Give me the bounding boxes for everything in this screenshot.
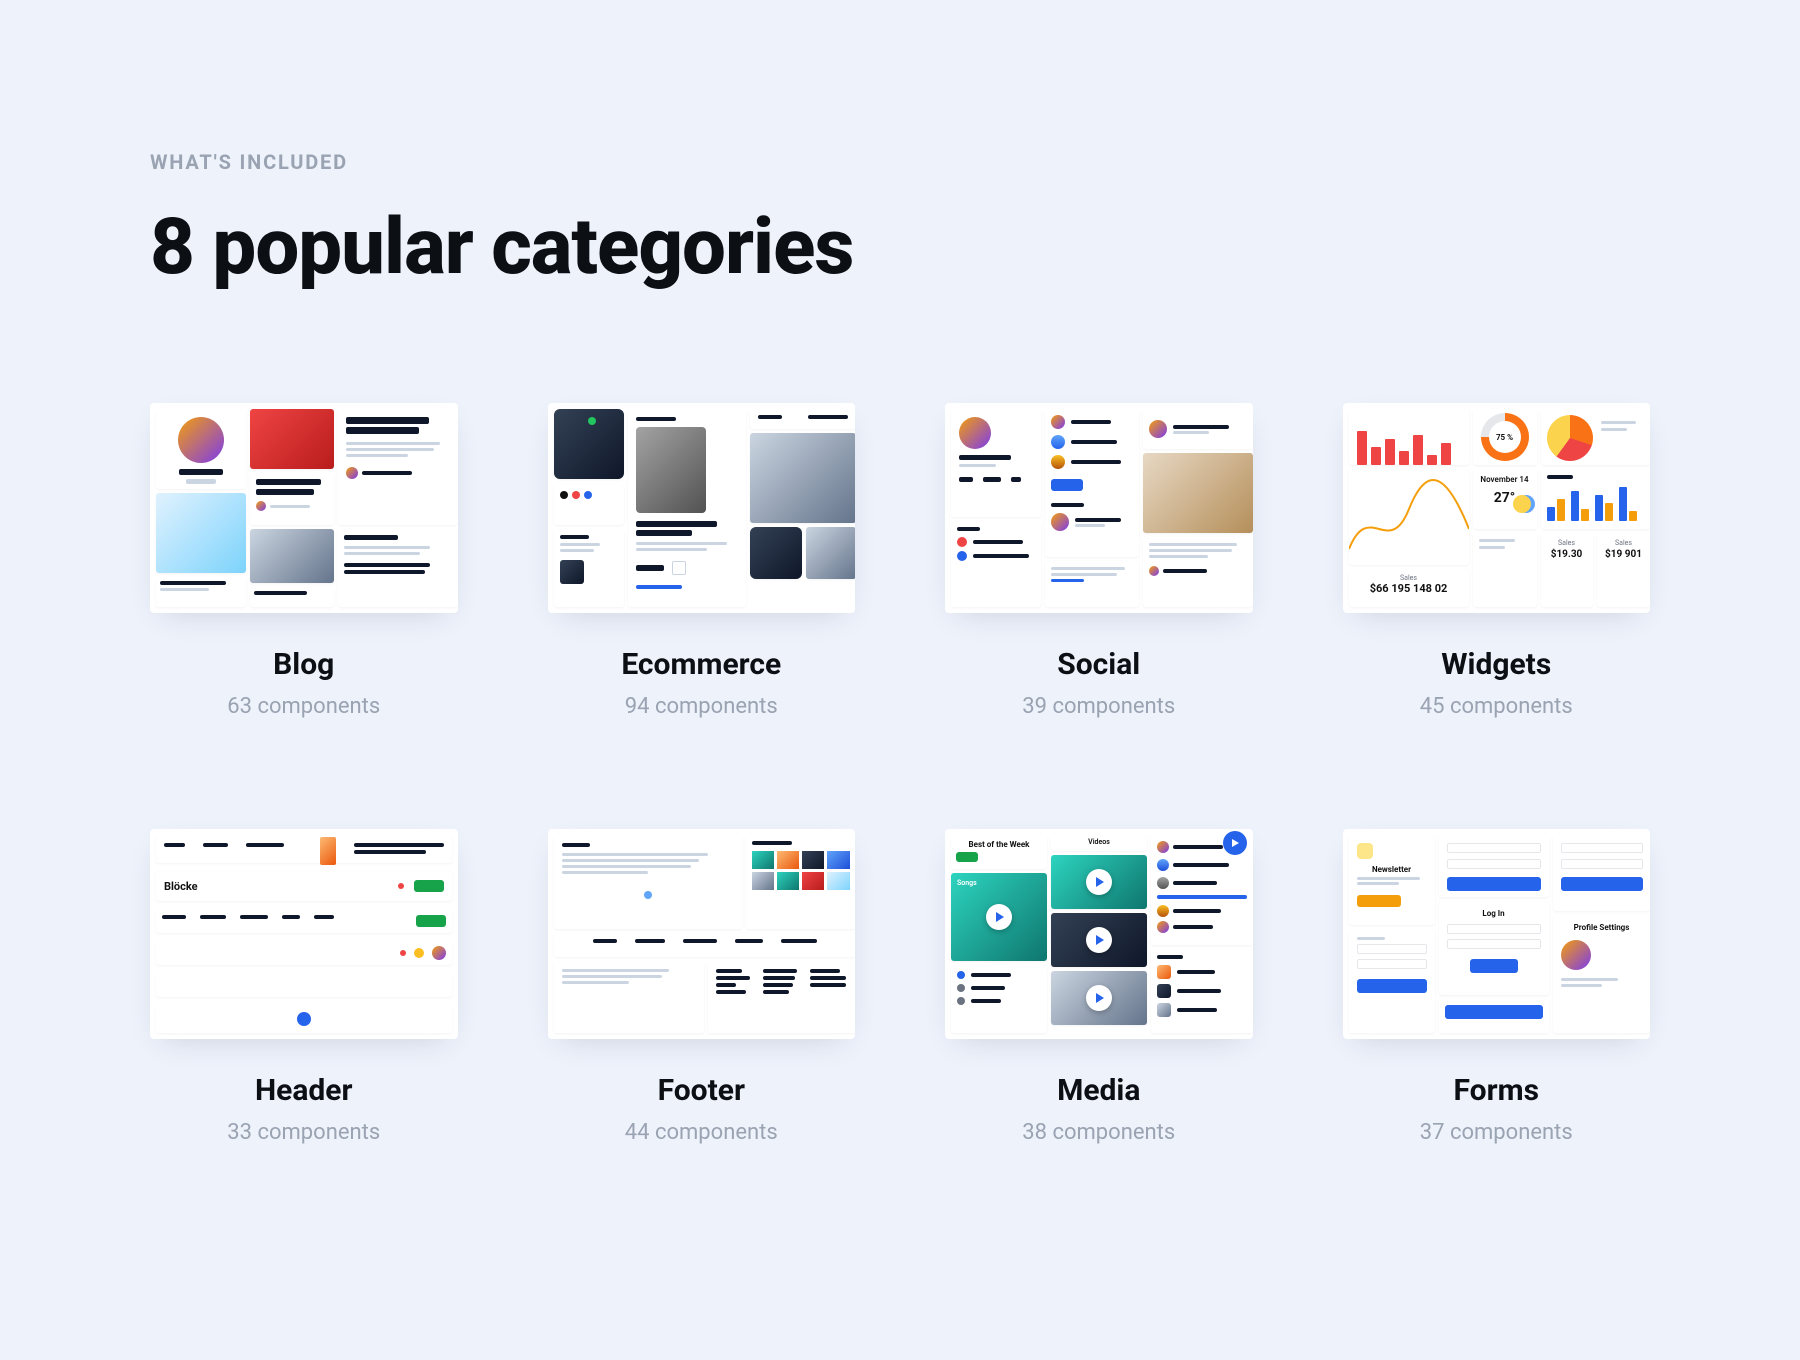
category-count: 38 components bbox=[945, 1120, 1253, 1145]
category-count: 45 components bbox=[1343, 694, 1651, 719]
category-thumb-forms: Newsletter Log In bbox=[1343, 829, 1651, 1039]
section-eyebrow: WHAT'S INCLUDED bbox=[150, 150, 1650, 174]
category-title: Header bbox=[150, 1073, 458, 1108]
category-thumb-header: Blöcke bbox=[150, 829, 458, 1039]
category-title: Footer bbox=[548, 1073, 856, 1108]
category-card-social[interactable]: Social 39 components bbox=[945, 403, 1253, 719]
category-title: Blog bbox=[150, 647, 458, 682]
category-card-widgets[interactable]: November 14 27° bbox=[1343, 403, 1651, 719]
category-title: Social bbox=[945, 647, 1253, 682]
category-count: 44 components bbox=[548, 1120, 856, 1145]
category-card-media[interactable]: Best of the Week Songs bbox=[945, 829, 1253, 1145]
category-thumb-ecommerce bbox=[548, 403, 856, 613]
category-title: Widgets bbox=[1343, 647, 1651, 682]
category-card-blog[interactable]: Blog 63 components bbox=[150, 403, 458, 719]
category-card-header[interactable]: Blöcke bbox=[150, 829, 458, 1145]
category-count: 33 components bbox=[150, 1120, 458, 1145]
category-grid: Blog 63 components bbox=[150, 403, 1650, 1145]
category-count: 39 components bbox=[945, 694, 1253, 719]
category-title: Forms bbox=[1343, 1073, 1651, 1108]
category-count: 63 components bbox=[150, 694, 458, 719]
category-title: Ecommerce bbox=[548, 647, 856, 682]
category-thumb-social bbox=[945, 403, 1253, 613]
category-count: 94 components bbox=[548, 694, 856, 719]
category-thumb-blog bbox=[150, 403, 458, 613]
category-card-footer[interactable]: Footer 44 components bbox=[548, 829, 856, 1145]
category-thumb-widgets: November 14 27° bbox=[1343, 403, 1651, 613]
category-card-ecommerce[interactable]: Ecommerce 94 components bbox=[548, 403, 856, 719]
category-thumb-footer bbox=[548, 829, 856, 1039]
category-count: 37 components bbox=[1343, 1120, 1651, 1145]
category-card-forms[interactable]: Newsletter Log In bbox=[1343, 829, 1651, 1145]
category-title: Media bbox=[945, 1073, 1253, 1108]
category-thumb-media: Best of the Week Songs bbox=[945, 829, 1253, 1039]
section-title: 8 popular categories bbox=[150, 202, 1650, 293]
